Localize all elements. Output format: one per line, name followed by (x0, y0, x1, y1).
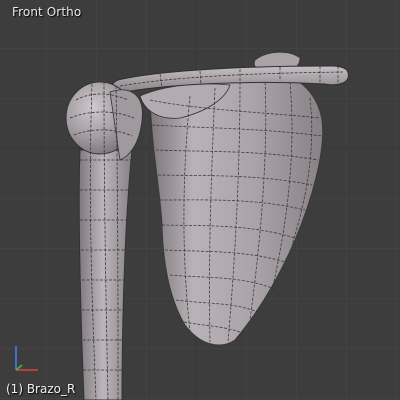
humerus[interactable] (65, 81, 143, 400)
active-object-label: (1) Brazo_R (6, 382, 76, 396)
axis-gizmo-icon (15, 346, 38, 371)
3d-viewport[interactable]: Front Ortho (1) Brazo_R (0, 0, 400, 400)
bone-mesh[interactable] (0, 0, 400, 400)
view-name-label: Front Ortho (12, 5, 82, 19)
scapula[interactable] (139, 51, 324, 346)
